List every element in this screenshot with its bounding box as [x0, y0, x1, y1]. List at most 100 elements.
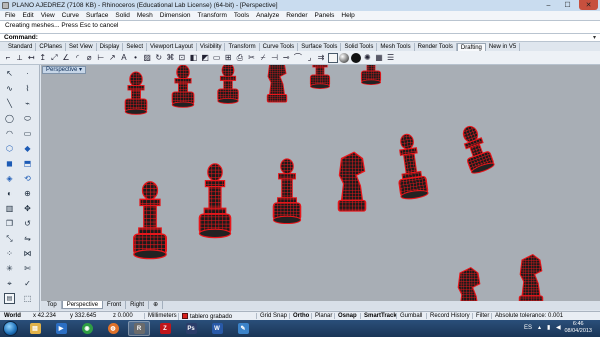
taskbar-app-rhino[interactable]: R — [128, 321, 150, 336]
tab-viewport-layout[interactable]: Viewport Layout — [147, 43, 197, 51]
point-icon[interactable]: · — [22, 68, 33, 79]
menu-render[interactable]: Render — [286, 12, 307, 19]
cplane-indicator[interactable]: World — [4, 313, 21, 319]
join-icon[interactable]: ⋈ — [22, 248, 33, 259]
revolve-icon[interactable]: ⟲ — [22, 173, 33, 184]
polygon-icon[interactable]: ⬡ — [4, 143, 15, 154]
chess-piece[interactable] — [337, 151, 367, 212]
annotation-style-icon[interactable]: ⌘ — [165, 53, 175, 63]
menu-surface[interactable]: Surface — [86, 12, 108, 19]
show-hidden-icons-icon[interactable]: ▴ — [538, 325, 544, 331]
filter-button[interactable]: Filter — [472, 313, 489, 319]
maximize-button[interactable]: ☐ — [558, 0, 577, 10]
extend-icon[interactable]: ⊸ — [281, 53, 291, 63]
layout-icon[interactable]: ▭ — [212, 53, 222, 63]
box-solid-icon[interactable]: ◼ — [4, 158, 15, 169]
tab-drafting[interactable]: Drafting — [456, 43, 486, 51]
move-icon[interactable]: ✥ — [22, 203, 33, 214]
layer-pane[interactable]: tablero grabado — [178, 313, 232, 320]
lights-icon[interactable]: ✺ — [362, 53, 372, 63]
taskbar-app-media-player[interactable]: ▶ — [50, 321, 72, 336]
chess-piece[interactable] — [198, 163, 232, 239]
menu-help[interactable]: Help — [341, 12, 354, 19]
gumball-toggle[interactable]: Gumball — [396, 313, 422, 319]
menu-edit[interactable]: Edit — [22, 12, 33, 19]
menu-file[interactable]: File — [5, 12, 15, 19]
control-point-curve-icon[interactable]: ⌁ — [22, 98, 33, 109]
polyline-icon[interactable]: ⌇ — [22, 83, 33, 94]
chess-piece[interactable] — [266, 65, 288, 103]
ortho-toggle[interactable]: Ortho — [289, 313, 309, 319]
tab-display[interactable]: Display — [97, 43, 124, 51]
taskbar-app-firefox[interactable]: ◍ — [102, 321, 124, 336]
rectangle-icon[interactable]: ▭ — [22, 128, 33, 139]
silhouette-icon[interactable]: ◩ — [200, 53, 210, 63]
angle-dimension-icon[interactable]: ∠ — [61, 53, 71, 63]
fillet-edge-icon[interactable]: ◐ — [4, 188, 15, 199]
tab-solid-tools[interactable]: Solid Tools — [341, 43, 378, 51]
tab-transform[interactable]: Transform — [225, 43, 260, 51]
menu-mesh[interactable]: Mesh — [137, 12, 153, 19]
arc-icon[interactable]: ◠ — [4, 128, 15, 139]
rotated-dimension-icon[interactable]: ⤢ — [49, 53, 59, 63]
menu-curve[interactable]: Curve — [62, 12, 79, 19]
black-sphere-icon[interactable] — [350, 52, 361, 63]
planar-toggle[interactable]: Planar — [311, 313, 332, 319]
bounding-box-icon[interactable] — [327, 52, 338, 63]
diameter-dimension-icon[interactable]: ⌀ — [84, 53, 94, 63]
taskbar-app-photoshop[interactable]: Ps — [180, 321, 202, 336]
text-block-icon[interactable]: A — [119, 53, 129, 63]
sphere-shaded-icon[interactable] — [339, 52, 350, 63]
tab-set-view[interactable]: Set View — [66, 43, 97, 51]
taskbar-app-paint[interactable]: ✎ — [232, 321, 254, 336]
tab-render-tools[interactable]: Render Tools — [415, 43, 457, 51]
offset-icon[interactable]: ⇉ — [316, 53, 326, 63]
osnap-toggle[interactable]: Osnap — [334, 313, 357, 319]
split-icon[interactable]: ⌿ — [258, 53, 268, 63]
cut-icon[interactable]: ✂ — [246, 53, 256, 63]
taskbar-app-filezilla[interactable]: Z — [154, 321, 176, 336]
ordinate-dimension-icon[interactable]: ⊢ — [96, 53, 106, 63]
tab-cplanes[interactable]: CPlanes — [36, 43, 67, 51]
make-2d-icon[interactable]: ⊡ — [177, 53, 187, 63]
chamfer-icon[interactable]: ⌟ — [304, 53, 314, 63]
grid-snap-toggle[interactable]: Grid Snap — [256, 313, 287, 319]
chevron-down-icon[interactable]: ▾ — [593, 34, 596, 41]
perspective-viewport[interactable]: Perspective ▾ — [41, 65, 600, 301]
radius-dimension-icon[interactable]: ◜ — [73, 53, 83, 63]
mirror-icon[interactable]: ⇋ — [22, 233, 33, 244]
mesh-icon[interactable]: ▥ — [4, 203, 15, 214]
chess-piece[interactable] — [217, 65, 239, 104]
ellipse-icon[interactable]: ⬭ — [22, 113, 33, 124]
volume-icon[interactable]: ◀ — [556, 325, 562, 331]
check-icon[interactable]: ✓ — [22, 278, 33, 289]
chess-piece[interactable] — [456, 267, 482, 301]
chess-piece[interactable] — [171, 65, 195, 108]
chevron-down-icon[interactable]: ▾ — [79, 67, 82, 73]
add-viewport-icon[interactable]: ⊕ — [149, 301, 164, 309]
loft-icon[interactable]: ◈ — [4, 173, 15, 184]
chess-piece[interactable] — [391, 131, 430, 201]
tab-surface-tools[interactable]: Surface Tools — [298, 43, 342, 51]
horizontal-dimension-icon[interactable]: ↤ — [26, 53, 36, 63]
menu-analyze[interactable]: Analyze — [256, 12, 279, 19]
close-button[interactable]: ✕ — [579, 0, 598, 10]
tab-top[interactable]: Top — [43, 301, 62, 309]
properties-icon[interactable]: ☰ — [386, 53, 396, 63]
menu-dimension[interactable]: Dimension — [160, 12, 191, 19]
chess-piece[interactable] — [455, 122, 496, 176]
aligned-dimension-icon[interactable]: ⟂ — [15, 53, 25, 63]
taskbar-app-chrome[interactable]: ◉ — [76, 321, 98, 336]
array-icon[interactable]: ⁘ — [4, 248, 15, 259]
menu-tools[interactable]: Tools — [234, 12, 249, 19]
grid-icon[interactable]: ▦ — [374, 53, 384, 63]
record-history-toggle[interactable]: Record History — [426, 313, 470, 319]
tab-visibility[interactable]: Visibility — [197, 43, 226, 51]
extrude-icon[interactable]: ⬒ — [22, 158, 33, 169]
select-arrow-icon[interactable]: ↖ — [4, 68, 15, 79]
language-indicator[interactable]: ES — [524, 325, 532, 331]
tab-standard[interactable]: Standard — [5, 43, 37, 51]
minimize-button[interactable]: – — [539, 0, 558, 10]
fillet-icon[interactable]: ⌒ — [293, 53, 303, 63]
surface-icon[interactable]: ◆ — [22, 143, 33, 154]
